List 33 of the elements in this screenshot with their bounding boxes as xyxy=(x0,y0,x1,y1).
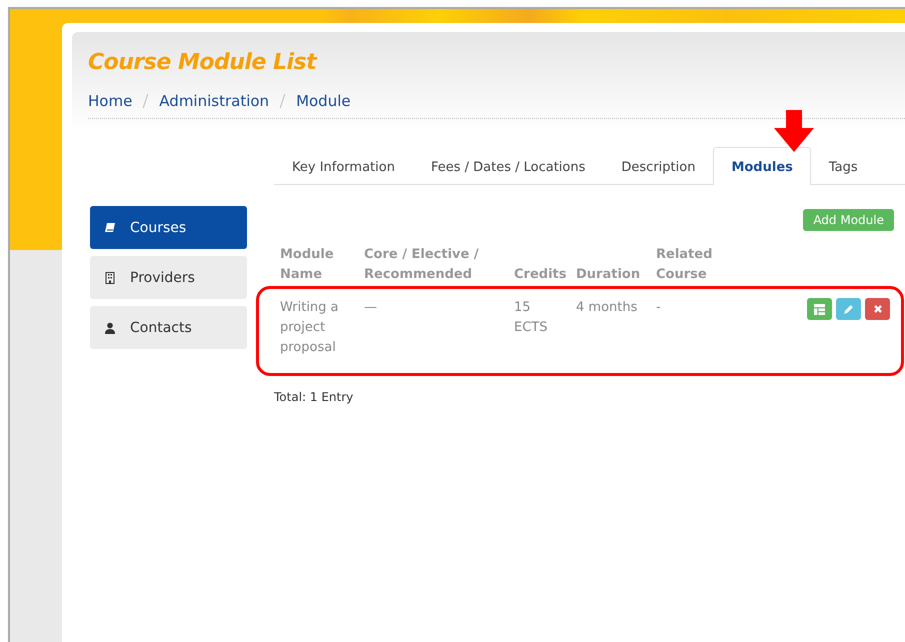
book-icon xyxy=(104,222,116,234)
breadcrumb-link[interactable]: Home xyxy=(88,92,132,110)
table-cell-text: Writing a project proposal xyxy=(279,299,340,357)
sidebar-item[interactable]: Providers xyxy=(90,256,247,299)
table-cell-text: 4 months xyxy=(575,299,638,317)
column-header: Credits xyxy=(513,266,568,284)
breadcrumb-link[interactable]: Module xyxy=(296,92,351,110)
page-title: Course Module List xyxy=(88,50,318,75)
column-header: Module Name xyxy=(279,246,335,284)
delete-button[interactable] xyxy=(865,298,890,320)
pencil-icon xyxy=(843,304,854,314)
column-header: Core / Elective / Recommended xyxy=(363,246,480,284)
tab[interactable]: Modules xyxy=(713,147,811,185)
breadcrumb-link[interactable]: Administration xyxy=(159,92,270,110)
close-icon xyxy=(872,304,882,314)
edit-button[interactable] xyxy=(836,298,861,320)
tab[interactable]: Key Information xyxy=(274,147,413,185)
table-cell-text: 15 ECTS xyxy=(513,299,548,337)
tab[interactable]: Tags xyxy=(810,147,876,185)
building-icon xyxy=(104,272,116,284)
table-cell-text: - xyxy=(655,299,662,317)
tab[interactable]: Description xyxy=(603,147,714,185)
table-view-button[interactable] xyxy=(807,298,832,320)
column-header: Related Course xyxy=(655,246,714,284)
tab[interactable]: Fees / Dates / Locations xyxy=(412,147,604,185)
total-count: Total: 1 Entry xyxy=(274,390,354,404)
arrow-annotation xyxy=(773,110,815,152)
sidebar-item[interactable]: Contacts xyxy=(90,306,247,349)
table-icon xyxy=(814,304,825,314)
sidebar-item[interactable]: Courses xyxy=(90,206,247,249)
user-icon xyxy=(104,322,116,334)
column-header: Duration xyxy=(575,266,642,284)
table-cell-text: — xyxy=(363,299,378,317)
